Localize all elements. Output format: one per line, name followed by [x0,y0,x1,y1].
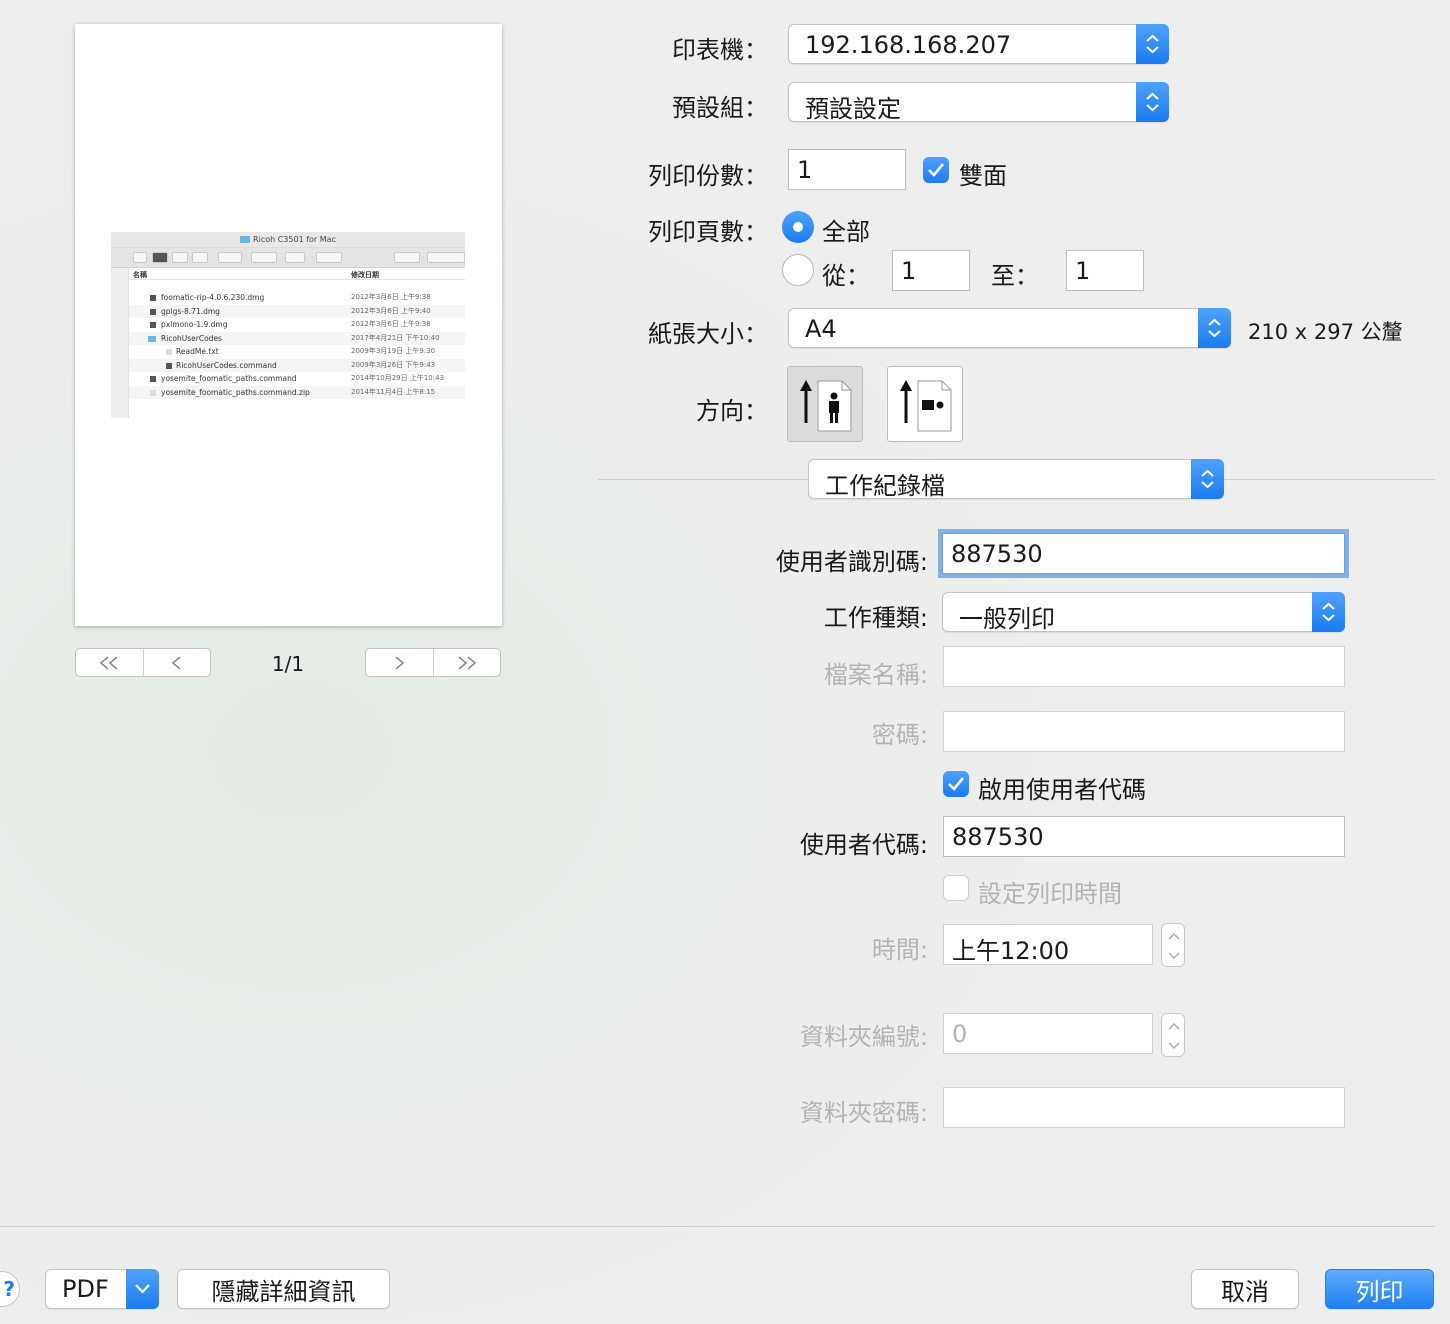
help-button[interactable]: ? [0,1271,20,1307]
preview-thumbnail: Ricoh C3501 for Mac 名稱 修改日期 foomatic-rip… [111,232,465,418]
printer-label: 印表機： [672,36,768,64]
orientation-label: 方向： [696,397,768,425]
copies-label: 列印份數： [648,162,768,190]
thumbnail-toolbar [111,248,465,268]
enable-user-code-checkbox[interactable] [943,771,969,797]
chevron-down-icon [126,1269,159,1309]
popup-arrows-icon [1198,308,1231,348]
password-label: 密碼: [871,721,928,749]
presets-popup[interactable]: 預設設定 [788,82,1169,123]
thumbnail-file-list: foomatic-rip-4.0.6.230.dmg 2012年3月6日 上午9:… [129,291,465,399]
paper-size-label: 紙張大小： [648,320,768,348]
checkmark-icon [928,163,945,177]
section-value: 工作紀錄檔 [825,472,945,500]
popup-arrows-icon [1312,592,1345,632]
paper-size-value: A4 [805,315,837,343]
presets-value: 預設設定 [805,95,901,123]
printer-popup[interactable]: 192.168.168.207 [788,24,1169,64]
pages-label: 列印頁數： [648,218,768,246]
double-chevron-right-icon [458,655,476,670]
job-type-value: 一般列印 [959,605,1055,633]
pdf-label: PDF [62,1275,109,1303]
previous-page-button[interactable] [142,649,211,676]
portrait-orientation-icon [800,380,852,432]
popup-arrows-icon [1136,24,1169,64]
folder-password-field[interactable] [943,1087,1345,1128]
file-name-field[interactable] [943,646,1345,687]
folder-number-field[interactable]: 0 [943,1013,1153,1054]
thumbnail-window-title: Ricoh C3501 for Mac [111,232,465,248]
pages-to-label: 至： [991,262,1039,290]
list-item: pxlmono-1.9.dmg 2012年3月6日 上午9:38 [129,318,465,332]
pages-to-field[interactable]: 1 [1066,250,1144,291]
cancel-button[interactable]: 取消 [1191,1269,1299,1309]
user-code-label: 使用者代碼: [799,831,928,859]
portrait-button[interactable] [787,366,863,442]
print-button[interactable]: 列印 [1325,1269,1434,1309]
folder-number-stepper[interactable] [1161,1013,1185,1057]
list-item: foomatic-rip-4.0.6.230.dmg 2012年3月6日 上午9:… [129,291,465,305]
user-id-field[interactable]: 887530 [942,533,1345,574]
list-item: yosemite_foomatic_paths.command.zip 2014年… [129,385,465,399]
thumbnail-sidebar [111,268,129,418]
checkmark-icon [948,777,965,791]
printer-value: 192.168.168.207 [805,31,1012,59]
job-type-label: 工作種類: [823,604,928,632]
user-code-field[interactable]: 887530 [943,816,1345,857]
page-indicator: 1/1 [271,652,305,676]
thumbnail-column-header: 名稱 修改日期 [129,268,465,280]
double-chevron-left-icon [100,655,118,670]
copies-field[interactable]: 1 [788,149,906,190]
preview-back-pager [75,648,211,677]
section-popup[interactable]: 工作紀錄檔 [808,459,1224,500]
list-item: RicohUserCodes 2017年4月21日 下午10:40 [129,331,465,345]
popup-arrows-icon [1191,459,1224,499]
landscape-button[interactable] [887,366,963,442]
chevron-left-icon [171,655,181,670]
time-stepper[interactable] [1161,923,1185,967]
presets-label: 預設組： [672,94,768,122]
paper-dimensions: 210 x 297 公釐 [1248,320,1403,344]
time-field[interactable]: 上午12:00 [943,924,1153,965]
popup-arrows-icon [1136,82,1169,122]
paper-size-popup[interactable]: A4 [788,308,1231,348]
last-page-button[interactable] [432,649,501,676]
list-item: ReadMe.txt 2009年3月19日 上午9:30 [129,345,465,359]
footer-separator [0,1226,1435,1227]
duplex-label: 雙面 [959,162,1007,190]
next-page-button[interactable] [366,649,433,676]
pages-all-radio[interactable] [782,211,814,243]
folder-number-label: 資料夾編號: [799,1023,928,1051]
file-name-label: 檔案名稱: [823,661,928,689]
chevron-right-icon [395,655,405,670]
list-item: RicohUserCodes.command 2009年3月26日 下午9:43 [129,358,465,372]
list-item: yosemite_foomatic_paths.command 2014年10月2… [129,372,465,386]
stepper-arrows-icon [1168,1022,1180,1050]
password-field[interactable] [943,711,1345,752]
user-id-label: 使用者識別碼: [775,548,928,576]
preview-forward-pager [365,648,501,677]
pages-from-field[interactable]: 1 [892,250,970,291]
pages-from-label: 從： [822,262,870,290]
pdf-menu-button[interactable]: PDF [45,1269,159,1309]
duplex-checkbox[interactable] [923,157,949,183]
hide-details-button[interactable]: 隱藏詳細資訊 [177,1269,390,1309]
help-icon: ? [3,1277,15,1301]
landscape-orientation-icon [900,380,952,432]
first-page-button[interactable] [76,649,143,676]
time-label: 時間: [871,936,928,964]
enable-user-code-label: 啟用使用者代碼 [978,776,1146,804]
pages-range-radio[interactable] [782,254,814,286]
pages-all-label: 全部 [822,218,870,246]
set-print-time-label: 設定列印時間 [978,880,1122,908]
job-type-popup[interactable]: 一般列印 [942,592,1345,633]
set-print-time-checkbox[interactable] [943,875,969,901]
stepper-arrows-icon [1168,932,1180,960]
list-item: gplgs-8.71.dmg 2012年3月6日 上午9:40 [129,304,465,318]
folder-password-label: 資料夾密碼: [799,1099,928,1127]
